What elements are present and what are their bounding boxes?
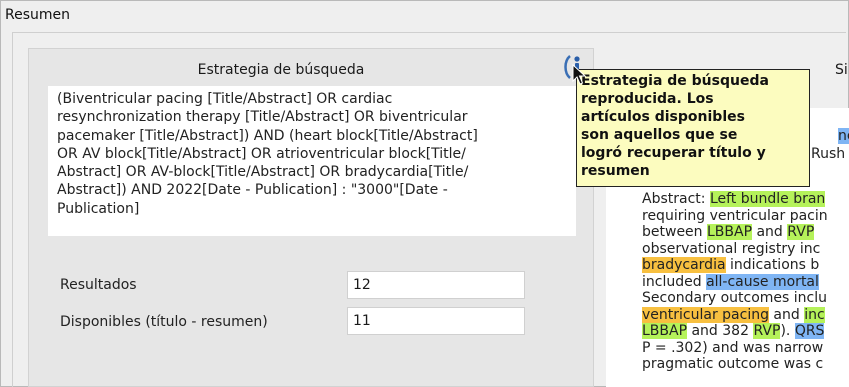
query-line: Publication] [57, 200, 140, 217]
abstract-text-segment: and [752, 224, 788, 240]
tooltip-line: resumen [581, 163, 650, 179]
info-tooltip: Estrategia de búsqueda reproducida. Los … [576, 69, 810, 187]
abstract-line: observational registry inc [642, 241, 820, 258]
abstract-line: ventricular pacing and inc [642, 306, 825, 324]
abstract-text-segment: requiring ventricular pacin [642, 207, 828, 224]
available-field[interactable]: 11 [347, 307, 525, 335]
abstract-line: Abstract: Left bundle bran [642, 191, 826, 208]
query-line: Abstract] OR AV-block[Title/Abstract] OR… [57, 164, 469, 181]
abstract-line: between LBBAP and RVP [642, 224, 815, 241]
abstract-text-segment: Abstract: [642, 191, 710, 207]
query-line: (Biventricular pacing [Title/Abstract] O… [57, 91, 393, 107]
abstract-text-segment: included [642, 273, 707, 290]
abstract-line: P = .302) and was narrow [642, 340, 823, 357]
tooltip-line: reproducida. Los [581, 91, 714, 107]
window-title: Resumen [5, 7, 71, 23]
highlighted-term: inc [804, 306, 825, 323]
abstract-line: bradycardia indications b [642, 257, 819, 274]
abstract-line: LBBAP and 382 RVP). QRS [642, 323, 825, 340]
results-field[interactable]: 12 [347, 271, 525, 299]
tooltip-line: artículos disponibles [581, 109, 745, 125]
query-line: pacemaker [Title/Abstract]) AND (heart b… [57, 127, 478, 144]
abstract-line: Secondary outcomes inclu [642, 290, 827, 307]
strategy-heading: Estrategia de búsqueda [197, 62, 365, 78]
abstract-text-segment: between [642, 224, 707, 240]
tooltip-line: son aquellos que se [581, 127, 738, 143]
tooltip-line: Estrategia de búsqueda [581, 73, 769, 89]
abstract-line: requiring ventricular pacin [642, 208, 828, 225]
abstract-line: pragmatic outcome was c [642, 356, 823, 373]
abstract-text-segment: observational registry inc [642, 240, 821, 257]
abstract-text-segment: and [768, 306, 805, 323]
highlighted-term: ventricular pacing [642, 306, 769, 323]
abstract-text-segment: indications b [725, 257, 820, 273]
highlighted-term: LBBAP [707, 224, 753, 240]
highlighted-term: LBBAP [642, 323, 688, 339]
query-line: Abstract]) AND 2022[Date - Publication] … [57, 182, 448, 199]
abstract-text-segment: pragmatic outcome was c [642, 356, 824, 372]
abstract-text-segment: ). [780, 323, 795, 339]
query-textbox[interactable]: (Biventricular pacing [Title/Abstract] O… [48, 86, 576, 236]
highlighted-term: Left bundle bran [709, 191, 826, 207]
abstract-peek: Rush C [811, 146, 849, 162]
mouse-cursor-icon [572, 64, 586, 85]
highlighted-term: QRS [794, 323, 825, 339]
highlighted-term: RVP [787, 224, 815, 240]
right-panel-heading: Si [835, 62, 848, 78]
tooltip-line: logró recuperar título y [581, 145, 766, 161]
query-line: OR AV block[Title/Abstract] OR atriovent… [57, 145, 466, 162]
abstract-text-segment: Secondary outcomes inclu [642, 290, 828, 306]
abstract-peek: nes of [838, 128, 849, 145]
results-label: Resultados [60, 277, 137, 293]
abstract-text-segment: P = .302) and was narrow [642, 339, 824, 356]
highlighted-term: bradycardia [642, 257, 726, 273]
abstract-text-segment: and 382 [687, 323, 754, 339]
highlighted-term: all-cause mortal [706, 273, 819, 290]
abstract-line: included all-cause mortal [642, 273, 819, 291]
available-label: Disponibles (título - resumen) [60, 314, 268, 330]
query-line: resynchronization therapy [Title/Abstrac… [57, 109, 468, 126]
highlighted-term: RVP [753, 323, 781, 339]
